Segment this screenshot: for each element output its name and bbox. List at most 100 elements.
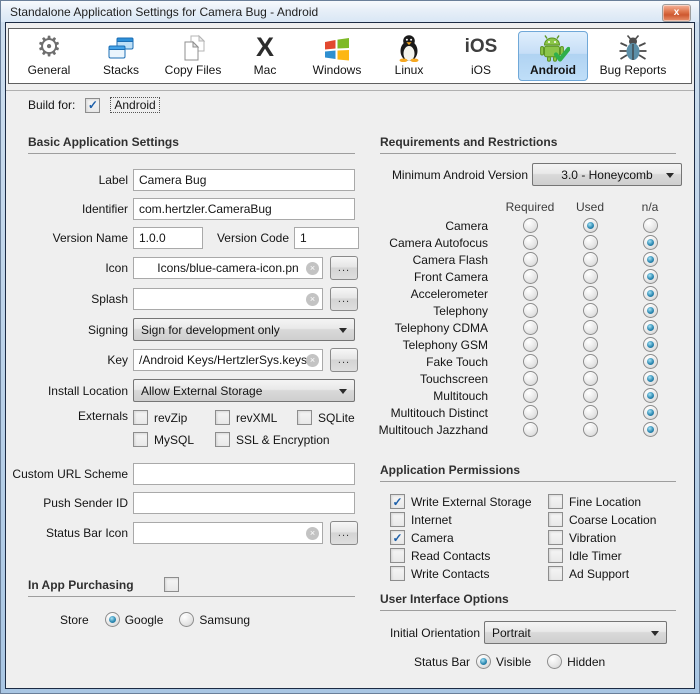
permission-option[interactable]: Read Contacts (390, 549, 548, 562)
requirement-radio-na[interactable] (643, 405, 658, 420)
checkbox-icon[interactable] (297, 410, 312, 425)
requirement-radio-na[interactable] (643, 218, 658, 233)
radio-icon[interactable] (476, 654, 491, 669)
requirement-radio-required[interactable] (523, 303, 538, 318)
tab-linux[interactable]: Linux (374, 31, 444, 81)
requirement-radio-na[interactable] (643, 286, 658, 301)
external-option[interactable]: SSL & Encryption (215, 433, 330, 446)
checkbox-icon[interactable] (133, 410, 148, 425)
checkbox-icon[interactable] (215, 432, 230, 447)
requirement-radio-used[interactable] (583, 354, 598, 369)
status-bar-icon-browse-button[interactable]: ... (330, 521, 358, 545)
checkbox-icon[interactable] (133, 432, 148, 447)
key-browse-button[interactable]: ... (330, 348, 358, 372)
requirement-radio-used[interactable] (583, 269, 598, 284)
requirement-radio-used[interactable] (583, 405, 598, 420)
key-path-input[interactable] (133, 349, 323, 371)
build-for-checkbox[interactable]: ✓ (85, 98, 100, 113)
tab-copy-files[interactable]: Copy Files (158, 31, 228, 81)
splash-browse-button[interactable]: ... (330, 287, 358, 311)
checkbox-icon[interactable] (548, 548, 563, 563)
in-app-purchasing-checkbox[interactable] (164, 577, 179, 592)
app-label-input[interactable] (133, 169, 355, 191)
requirement-radio-required[interactable] (523, 405, 538, 420)
requirement-radio-na[interactable] (643, 354, 658, 369)
radio-icon[interactable] (547, 654, 562, 669)
initial-orientation-dropdown[interactable]: Portrait (484, 621, 667, 644)
status-bar-icon-input[interactable] (133, 522, 323, 544)
requirement-radio-required[interactable] (523, 337, 538, 352)
close-button[interactable]: x (662, 4, 691, 22)
external-option[interactable]: SQLite (297, 411, 355, 424)
requirement-radio-used[interactable] (583, 337, 598, 352)
permission-option[interactable]: Internet (390, 513, 548, 526)
requirement-radio-required[interactable] (523, 218, 538, 233)
radio-icon[interactable] (105, 612, 120, 627)
requirement-radio-used[interactable] (583, 371, 598, 386)
clear-icon[interactable]: × (306, 354, 319, 367)
requirement-radio-required[interactable] (523, 354, 538, 369)
signing-dropdown[interactable]: Sign for development only (133, 318, 355, 341)
external-option[interactable]: MySQL (133, 433, 215, 446)
checkbox-icon[interactable] (215, 410, 230, 425)
permission-option[interactable]: ✓Write External Storage (390, 495, 548, 508)
status-bar-option[interactable]: Hidden (547, 654, 605, 669)
tab-ios[interactable]: iOS iOS (446, 31, 516, 81)
requirement-radio-used[interactable] (583, 320, 598, 335)
checkbox-icon[interactable] (390, 512, 405, 527)
external-option[interactable]: revXML (215, 411, 297, 424)
requirement-radio-required[interactable] (523, 269, 538, 284)
permission-option[interactable]: Coarse Location (548, 513, 656, 526)
requirement-radio-used[interactable] (583, 388, 598, 403)
permission-option[interactable]: Ad Support (548, 567, 656, 580)
requirement-radio-used[interactable] (583, 422, 598, 437)
store-option[interactable]: Samsung (179, 612, 250, 627)
clear-icon[interactable]: × (306, 293, 319, 306)
clear-icon[interactable]: × (306, 527, 319, 540)
requirement-radio-required[interactable] (523, 422, 538, 437)
requirement-radio-required[interactable] (523, 371, 538, 386)
install-location-dropdown[interactable]: Allow External Storage (133, 379, 355, 402)
checkbox-icon[interactable] (548, 512, 563, 527)
checkbox-icon[interactable] (548, 530, 563, 545)
checkbox-icon[interactable] (548, 566, 563, 581)
requirement-radio-used[interactable] (583, 303, 598, 318)
requirement-radio-required[interactable] (523, 388, 538, 403)
push-sender-input[interactable] (133, 492, 355, 514)
requirement-radio-required[interactable] (523, 320, 538, 335)
requirement-radio-na[interactable] (643, 235, 658, 250)
build-for-option-label[interactable]: Android (110, 97, 159, 113)
tab-windows[interactable]: Windows (302, 31, 372, 81)
requirement-radio-na[interactable] (643, 269, 658, 284)
checkbox-icon[interactable] (548, 494, 563, 509)
requirement-radio-required[interactable] (523, 235, 538, 250)
requirement-radio-used[interactable] (583, 218, 598, 233)
tab-stacks[interactable]: Stacks (86, 31, 156, 81)
checkbox-icon[interactable]: ✓ (390, 494, 405, 509)
requirement-radio-na[interactable] (643, 303, 658, 318)
requirement-radio-na[interactable] (643, 422, 658, 437)
min-android-version-dropdown[interactable]: 3.0 - Honeycomb (532, 163, 682, 186)
splash-path-input[interactable] (133, 288, 323, 310)
permission-option[interactable]: Idle Timer (548, 549, 656, 562)
requirement-radio-required[interactable] (523, 252, 538, 267)
permission-option[interactable]: Fine Location (548, 495, 656, 508)
identifier-input[interactable] (133, 198, 355, 220)
version-name-input[interactable] (133, 227, 203, 249)
requirement-radio-na[interactable] (643, 252, 658, 267)
radio-icon[interactable] (179, 612, 194, 627)
checkbox-icon[interactable] (390, 548, 405, 563)
permission-option[interactable]: Write Contacts (390, 567, 548, 580)
requirement-radio-used[interactable] (583, 252, 598, 267)
permission-option[interactable]: ✓Camera (390, 531, 548, 544)
status-bar-option[interactable]: Visible (476, 654, 531, 669)
requirement-radio-used[interactable] (583, 286, 598, 301)
external-option[interactable]: revZip (133, 411, 215, 424)
checkbox-icon[interactable] (390, 566, 405, 581)
permission-option[interactable]: Vibration (548, 531, 656, 544)
custom-url-input[interactable] (133, 463, 355, 485)
requirement-radio-required[interactable] (523, 286, 538, 301)
store-option[interactable]: Google (105, 612, 164, 627)
icon-browse-button[interactable]: ... (330, 256, 358, 280)
checkbox-icon[interactable]: ✓ (390, 530, 405, 545)
